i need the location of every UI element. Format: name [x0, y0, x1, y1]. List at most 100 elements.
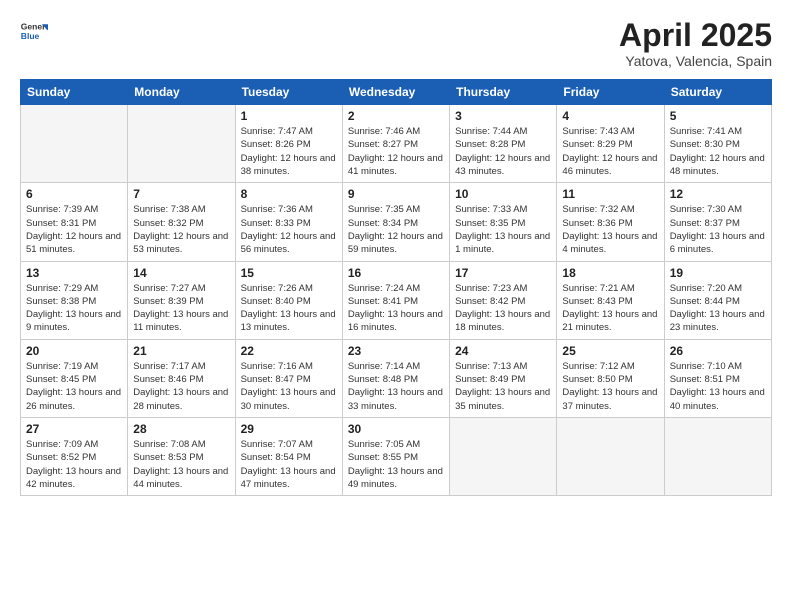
calendar-cell-4-6: 25 Sunrise: 7:12 AM Sunset: 8:50 PM Dayli… — [557, 339, 664, 417]
calendar-cell-3-2: 14Sunrise: 7:27 AM Sunset: 8:39 PM Dayli… — [128, 261, 235, 339]
calendar-cell-2-5: 10 Sunrise: 7:33 AM Sunset: 8:35 PM Dayli… — [450, 183, 557, 261]
day-number: 4 — [562, 109, 658, 123]
calendar-cell-4-7: 26 Sunrise: 7:10 AM Sunset: 8:51 PM Dayli… — [664, 339, 771, 417]
calendar-cell-3-3: 15 Sunrise: 7:26 AM Sunset: 8:40 PM Dayli… — [235, 261, 342, 339]
calendar-cell-4-1: 20 Sunrise: 7:19 AM Sunset: 8:45 PM Dayli… — [21, 339, 128, 417]
day-number: 26 — [670, 344, 766, 358]
calendar-cell-1-2 — [128, 105, 235, 183]
day-number: 19 — [670, 266, 766, 280]
header-wednesday: Wednesday — [342, 80, 449, 105]
day-info: Sunrise: 7:46 AM Sunset: 8:27 PM Dayligh… — [348, 125, 444, 178]
day-info: Sunrise: 7:26 AM Sunset: 8:40 PM Dayligh… — [241, 282, 337, 335]
day-number: 7 — [133, 187, 229, 201]
day-number: 30 — [348, 422, 444, 436]
calendar-week-4: 20 Sunrise: 7:19 AM Sunset: 8:45 PM Dayli… — [21, 339, 772, 417]
day-number: 17 — [455, 266, 551, 280]
day-info: Sunrise: 7:35 AM Sunset: 8:34 PM Dayligh… — [348, 203, 444, 256]
weekday-header-row: Sunday Monday Tuesday Wednesday Thursday… — [21, 80, 772, 105]
calendar-cell-3-1: 13Sunrise: 7:29 AM Sunset: 8:38 PM Dayli… — [21, 261, 128, 339]
day-number: 16 — [348, 266, 444, 280]
header-monday: Monday — [128, 80, 235, 105]
header-tuesday: Tuesday — [235, 80, 342, 105]
calendar-location: Yatova, Valencia, Spain — [619, 53, 772, 69]
calendar-cell-2-4: 9Sunrise: 7:35 AM Sunset: 8:34 PM Daylig… — [342, 183, 449, 261]
header-friday: Friday — [557, 80, 664, 105]
calendar-cell-4-2: 21Sunrise: 7:17 AM Sunset: 8:46 PM Dayli… — [128, 339, 235, 417]
day-info: Sunrise: 7:39 AM Sunset: 8:31 PM Dayligh… — [26, 203, 122, 256]
day-info: Sunrise: 7:16 AM Sunset: 8:47 PM Dayligh… — [241, 360, 337, 413]
calendar-cell-1-6: 4 Sunrise: 7:43 AM Sunset: 8:29 PM Daylig… — [557, 105, 664, 183]
day-info: Sunrise: 7:05 AM Sunset: 8:55 PM Dayligh… — [348, 438, 444, 491]
day-number: 12 — [670, 187, 766, 201]
calendar-cell-2-1: 6 Sunrise: 7:39 AM Sunset: 8:31 PM Daylig… — [21, 183, 128, 261]
day-number: 21 — [133, 344, 229, 358]
calendar-cell-3-4: 16 Sunrise: 7:24 AM Sunset: 8:41 PM Dayli… — [342, 261, 449, 339]
day-number: 18 — [562, 266, 658, 280]
day-info: Sunrise: 7:24 AM Sunset: 8:41 PM Dayligh… — [348, 282, 444, 335]
day-number: 27 — [26, 422, 122, 436]
day-info: Sunrise: 7:29 AM Sunset: 8:38 PM Dayligh… — [26, 282, 122, 335]
day-info: Sunrise: 7:20 AM Sunset: 8:44 PM Dayligh… — [670, 282, 766, 335]
calendar-cell-5-5 — [450, 417, 557, 495]
day-number: 5 — [670, 109, 766, 123]
calendar-cell-1-4: 2 Sunrise: 7:46 AM Sunset: 8:27 PM Daylig… — [342, 105, 449, 183]
day-number: 29 — [241, 422, 337, 436]
day-info: Sunrise: 7:43 AM Sunset: 8:29 PM Dayligh… — [562, 125, 658, 178]
day-number: 20 — [26, 344, 122, 358]
logo-icon: General Blue — [20, 18, 48, 46]
svg-text:General: General — [21, 22, 48, 32]
day-number: 10 — [455, 187, 551, 201]
day-info: Sunrise: 7:32 AM Sunset: 8:36 PM Dayligh… — [562, 203, 658, 256]
calendar-cell-1-7: 5 Sunrise: 7:41 AM Sunset: 8:30 PM Daylig… — [664, 105, 771, 183]
day-number: 8 — [241, 187, 337, 201]
day-number: 24 — [455, 344, 551, 358]
day-info: Sunrise: 7:44 AM Sunset: 8:28 PM Dayligh… — [455, 125, 551, 178]
day-info: Sunrise: 7:33 AM Sunset: 8:35 PM Dayligh… — [455, 203, 551, 256]
calendar-cell-1-3: 1 Sunrise: 7:47 AM Sunset: 8:26 PM Daylig… — [235, 105, 342, 183]
day-number: 15 — [241, 266, 337, 280]
day-info: Sunrise: 7:12 AM Sunset: 8:50 PM Dayligh… — [562, 360, 658, 413]
day-number: 22 — [241, 344, 337, 358]
header-sunday: Sunday — [21, 80, 128, 105]
day-info: Sunrise: 7:19 AM Sunset: 8:45 PM Dayligh… — [26, 360, 122, 413]
calendar-cell-2-6: 11 Sunrise: 7:32 AM Sunset: 8:36 PM Dayli… — [557, 183, 664, 261]
title-block: April 2025 Yatova, Valencia, Spain — [619, 18, 772, 69]
day-number: 1 — [241, 109, 337, 123]
day-info: Sunrise: 7:10 AM Sunset: 8:51 PM Dayligh… — [670, 360, 766, 413]
calendar-cell-4-4: 23Sunrise: 7:14 AM Sunset: 8:48 PM Dayli… — [342, 339, 449, 417]
calendar-cell-5-1: 27Sunrise: 7:09 AM Sunset: 8:52 PM Dayli… — [21, 417, 128, 495]
day-info: Sunrise: 7:47 AM Sunset: 8:26 PM Dayligh… — [241, 125, 337, 178]
calendar-cell-5-4: 30 Sunrise: 7:05 AM Sunset: 8:55 PM Dayli… — [342, 417, 449, 495]
day-number: 3 — [455, 109, 551, 123]
header-thursday: Thursday — [450, 80, 557, 105]
calendar-week-3: 13Sunrise: 7:29 AM Sunset: 8:38 PM Dayli… — [21, 261, 772, 339]
day-info: Sunrise: 7:07 AM Sunset: 8:54 PM Dayligh… — [241, 438, 337, 491]
calendar-title: April 2025 — [619, 18, 772, 53]
calendar-cell-3-5: 17 Sunrise: 7:23 AM Sunset: 8:42 PM Dayli… — [450, 261, 557, 339]
svg-text:Blue: Blue — [21, 31, 40, 41]
calendar-cell-5-2: 28 Sunrise: 7:08 AM Sunset: 8:53 PM Dayli… — [128, 417, 235, 495]
calendar-cell-5-3: 29 Sunrise: 7:07 AM Sunset: 8:54 PM Dayli… — [235, 417, 342, 495]
day-info: Sunrise: 7:41 AM Sunset: 8:30 PM Dayligh… — [670, 125, 766, 178]
calendar-cell-3-7: 19 Sunrise: 7:20 AM Sunset: 8:44 PM Dayli… — [664, 261, 771, 339]
day-number: 28 — [133, 422, 229, 436]
calendar-week-1: 1 Sunrise: 7:47 AM Sunset: 8:26 PM Daylig… — [21, 105, 772, 183]
page-header: General Blue April 2025 Yatova, Valencia… — [20, 18, 772, 69]
calendar-table: Sunday Monday Tuesday Wednesday Thursday… — [20, 79, 772, 496]
day-number: 25 — [562, 344, 658, 358]
calendar-week-2: 6 Sunrise: 7:39 AM Sunset: 8:31 PM Daylig… — [21, 183, 772, 261]
calendar-cell-4-3: 22 Sunrise: 7:16 AM Sunset: 8:47 PM Dayli… — [235, 339, 342, 417]
day-info: Sunrise: 7:21 AM Sunset: 8:43 PM Dayligh… — [562, 282, 658, 335]
day-number: 11 — [562, 187, 658, 201]
day-info: Sunrise: 7:08 AM Sunset: 8:53 PM Dayligh… — [133, 438, 229, 491]
day-info: Sunrise: 7:23 AM Sunset: 8:42 PM Dayligh… — [455, 282, 551, 335]
calendar-cell-5-6 — [557, 417, 664, 495]
calendar-week-5: 27Sunrise: 7:09 AM Sunset: 8:52 PM Dayli… — [21, 417, 772, 495]
day-number: 6 — [26, 187, 122, 201]
calendar-cell-3-6: 18 Sunrise: 7:21 AM Sunset: 8:43 PM Dayli… — [557, 261, 664, 339]
calendar-cell-4-5: 24Sunrise: 7:13 AM Sunset: 8:49 PM Dayli… — [450, 339, 557, 417]
day-number: 2 — [348, 109, 444, 123]
calendar-cell-1-1 — [21, 105, 128, 183]
calendar-cell-2-3: 8Sunrise: 7:36 AM Sunset: 8:33 PM Daylig… — [235, 183, 342, 261]
calendar-cell-1-5: 3 Sunrise: 7:44 AM Sunset: 8:28 PM Daylig… — [450, 105, 557, 183]
